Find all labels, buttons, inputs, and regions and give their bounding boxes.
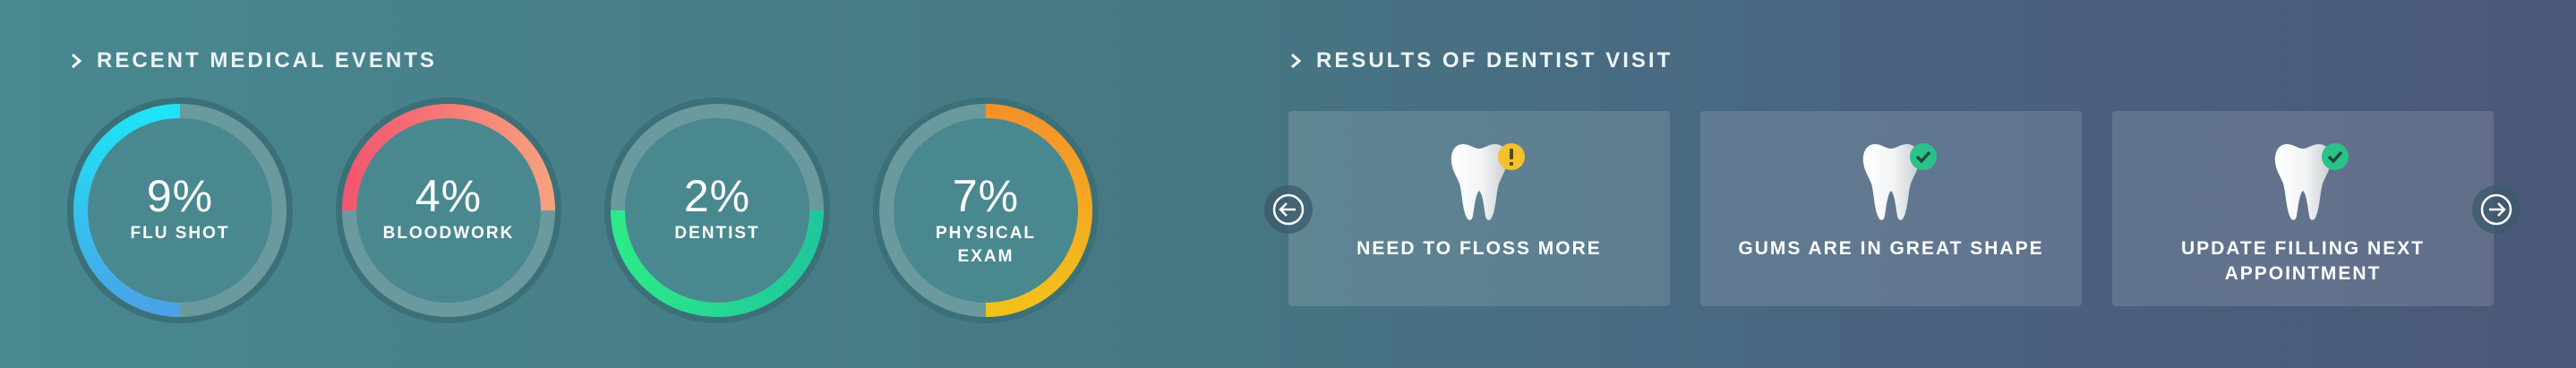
event-label: DENTIST bbox=[674, 224, 760, 243]
result-text: GUMS ARE IN GREAT SHAPE bbox=[1738, 238, 2044, 259]
event-ring-dentist[interactable]: 2% DENTIST bbox=[603, 97, 831, 324]
section-title: RESULTS OF DENTIST VISIT bbox=[1316, 48, 1673, 73]
event-ring-physical-exam[interactable]: 7% PHYSICAL EXAM bbox=[872, 97, 1100, 324]
result-text: NEED TO FLOSS MORE bbox=[1356, 238, 1602, 259]
recent-medical-events-header: RECENT MEDICAL EVENTS bbox=[70, 48, 437, 73]
event-percent: 2% bbox=[683, 171, 751, 221]
event-percent: 7% bbox=[952, 171, 1020, 221]
event-label: FLU SHOT bbox=[130, 224, 230, 243]
check-icon bbox=[2322, 143, 2349, 170]
arrow-left-icon bbox=[1272, 193, 1305, 226]
warning-icon bbox=[1498, 143, 1525, 170]
arrow-right-icon bbox=[2480, 193, 2512, 226]
section-title: RECENT MEDICAL EVENTS bbox=[97, 48, 437, 73]
event-ring-bloodwork[interactable]: 4% BLOODWORK bbox=[335, 97, 562, 324]
event-percent: 9% bbox=[146, 171, 214, 221]
event-label: BLOODWORK bbox=[382, 224, 515, 243]
dentist-result-card[interactable]: NEED TO FLOSS MORE bbox=[1288, 111, 1670, 306]
event-ring-flu-shot[interactable]: 9% FLU SHOT bbox=[66, 97, 294, 324]
chevron-right-icon bbox=[72, 53, 82, 69]
chevron-right-icon bbox=[1291, 53, 1302, 69]
dentist-result-card[interactable]: GUMS ARE IN GREAT SHAPE bbox=[1700, 111, 2082, 306]
dentist-result-card[interactable]: UPDATE FILLING NEXT APPOINTMENT bbox=[2112, 111, 2494, 306]
event-percent: 4% bbox=[415, 171, 483, 221]
event-label: PHYSICAL EXAM bbox=[935, 224, 1037, 266]
next-button[interactable] bbox=[2472, 185, 2520, 234]
result-text: UPDATE FILLING NEXT APPOINTMENT bbox=[2180, 238, 2426, 284]
dentist-visit-results-header: RESULTS OF DENTIST VISIT bbox=[1289, 48, 1673, 73]
check-icon bbox=[1910, 143, 1937, 170]
previous-button[interactable] bbox=[1264, 185, 1313, 234]
